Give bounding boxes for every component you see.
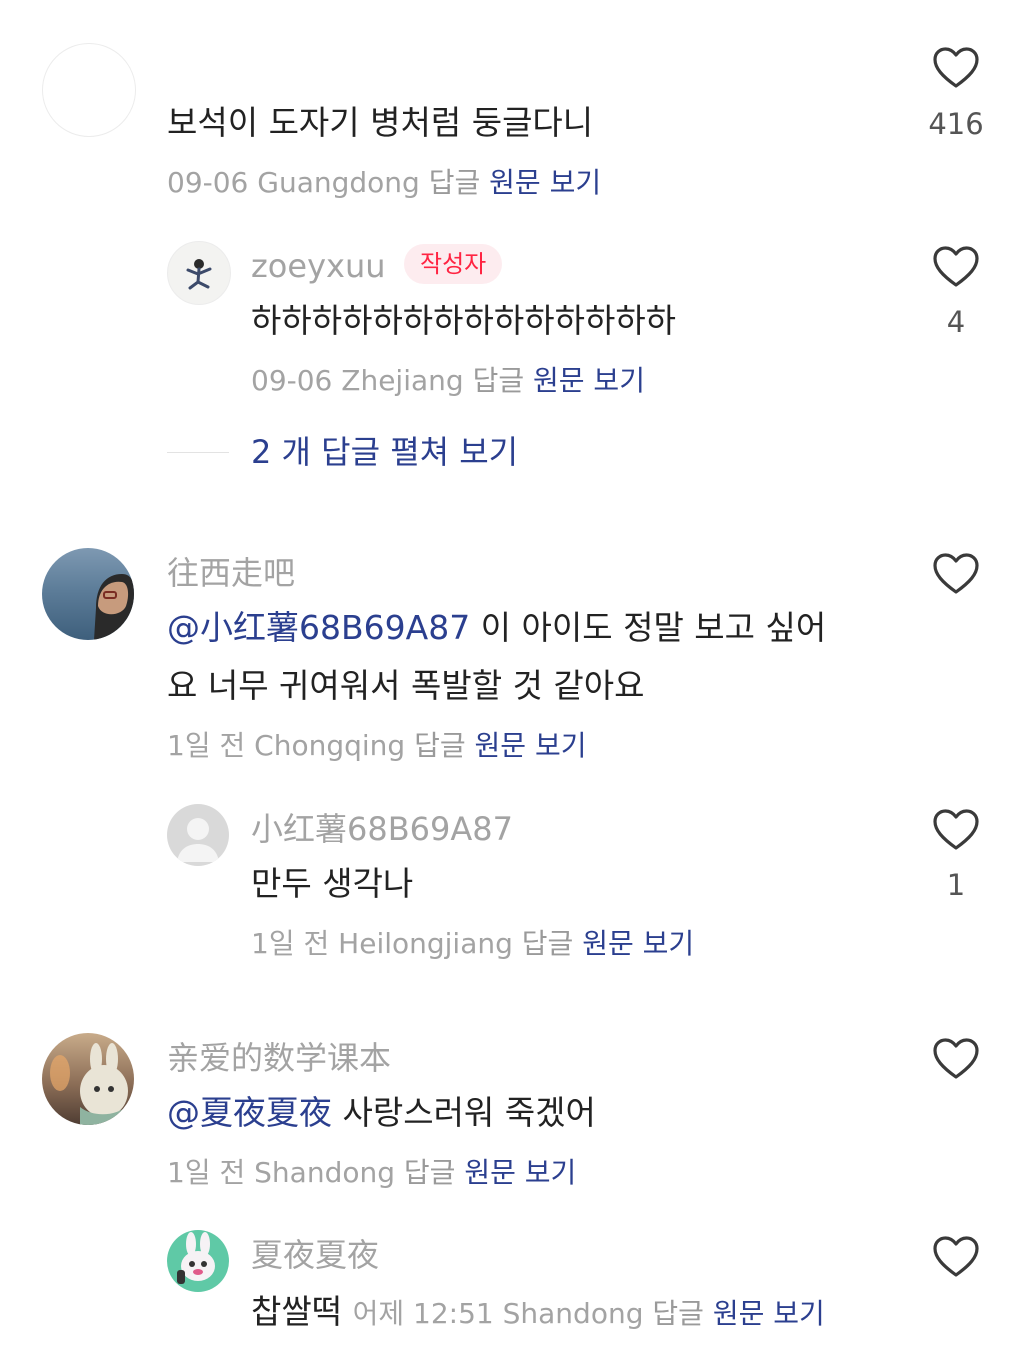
avatar[interactable] — [42, 43, 136, 137]
reply-username[interactable]: 小红薯68B69A87 — [251, 809, 513, 849]
like-count: 1 — [946, 868, 966, 902]
reply-date: 어제 12:51 — [352, 1297, 494, 1330]
avatar[interactable] — [42, 548, 134, 640]
avatar[interactable] — [167, 1230, 229, 1292]
comment-text-line1: 이 아이도 정말 보고 싶어 — [470, 608, 827, 647]
heart-outline-icon[interactable] — [933, 809, 979, 851]
mention-link[interactable]: @小红薯68B69A87 — [167, 608, 470, 647]
reply-username[interactable]: 夏夜夏夜 — [251, 1235, 379, 1275]
reply-location: Zhejiang — [341, 364, 464, 397]
comment-text: @夏夜夏夜 사랑스러워 죽겠어 — [167, 1093, 596, 1133]
comment-location: Chongqing — [254, 729, 406, 762]
reply-meta: 어제 12:51 Shandong 답글 원문 보기 — [353, 1297, 825, 1330]
comment-username[interactable]: 亲爱的数学课本 — [167, 1038, 391, 1078]
comment-text: 보석이 도자기 병처럼 둥글다니 — [167, 103, 594, 142]
comment-text: @小红薯68B69A87 이 아이도 정말 보고 싶어 — [167, 608, 826, 648]
reply-meta: 1일 전 Heilongjiang 답글 원문 보기 — [251, 926, 694, 962]
divider — [167, 452, 229, 453]
comment-date: 09-06 — [167, 166, 249, 199]
comment-date: 1일 전 — [167, 1156, 246, 1189]
reply-location: Heilongjiang — [338, 927, 513, 960]
comment-text-line2: 요 너무 귀여워서 폭발할 것 같아요 — [167, 666, 645, 705]
view-original-link[interactable]: 원문 보기 — [489, 166, 601, 199]
heart-outline-icon[interactable] — [933, 1038, 979, 1080]
comment-location: Guangdong — [257, 166, 420, 199]
view-original-link[interactable]: 원문 보기 — [582, 927, 694, 960]
reply-text-body: 찹쌀떡 — [251, 1292, 343, 1331]
comment-meta: 1일 전 Shandong 답글 원문 보기 — [167, 1155, 576, 1191]
heart-outline-icon[interactable] — [933, 246, 979, 288]
reply-date: 09-06 — [251, 364, 333, 397]
avatar[interactable] — [42, 1033, 134, 1125]
like-count: 4 — [946, 305, 966, 339]
comment-meta: 09-06 Guangdong 답글 원문 보기 — [167, 165, 601, 201]
view-original-link[interactable]: 원문 보기 — [464, 1156, 576, 1189]
view-original-link[interactable]: 원문 보기 — [475, 729, 587, 762]
reply-text: 하하하하하하하하하하하하하하 — [251, 301, 677, 340]
comment-username[interactable]: 往西走吧 — [167, 553, 295, 593]
reply-button[interactable]: 답글 — [429, 166, 481, 199]
reply-text: 만두 생각나 — [251, 864, 414, 903]
avatar[interactable] — [167, 241, 231, 305]
reply-button[interactable]: 답글 — [404, 1156, 456, 1189]
reply-button[interactable]: 답글 — [473, 364, 525, 397]
comment-meta: 1일 전 Chongqing 답글 원문 보기 — [167, 728, 586, 764]
view-original-link[interactable]: 원문 보기 — [713, 1297, 825, 1330]
reply-date: 1일 전 — [251, 927, 330, 960]
comment-text-body: 사랑스러워 죽겠어 — [332, 1093, 596, 1132]
comment-location: Shandong — [254, 1156, 396, 1189]
heart-outline-icon[interactable] — [933, 553, 979, 595]
view-original-link[interactable]: 원문 보기 — [533, 364, 645, 397]
like-count: 416 — [928, 107, 984, 141]
heart-outline-icon[interactable] — [933, 1236, 979, 1278]
expand-replies-button[interactable]: 2 개 답글 펼쳐 보기 — [251, 432, 518, 472]
reply-location: Shandong — [502, 1297, 644, 1330]
mention-link[interactable]: @夏夜夏夜 — [167, 1093, 332, 1132]
reply-username[interactable]: zoeyxuu — [251, 246, 386, 286]
author-badge: 작성자 — [404, 244, 503, 284]
avatar[interactable] — [167, 804, 229, 866]
comment-date: 1일 전 — [167, 729, 246, 762]
heart-outline-icon[interactable] — [933, 47, 979, 89]
reply-text: 찹쌀떡 어제 12:51 Shandong 답글 원문 보기 — [251, 1292, 825, 1334]
reply-button[interactable]: 답글 — [652, 1297, 704, 1330]
reply-meta: 09-06 Zhejiang 답글 원문 보기 — [251, 363, 645, 399]
reply-button[interactable]: 답글 — [522, 927, 574, 960]
reply-button[interactable]: 답글 — [414, 729, 466, 762]
